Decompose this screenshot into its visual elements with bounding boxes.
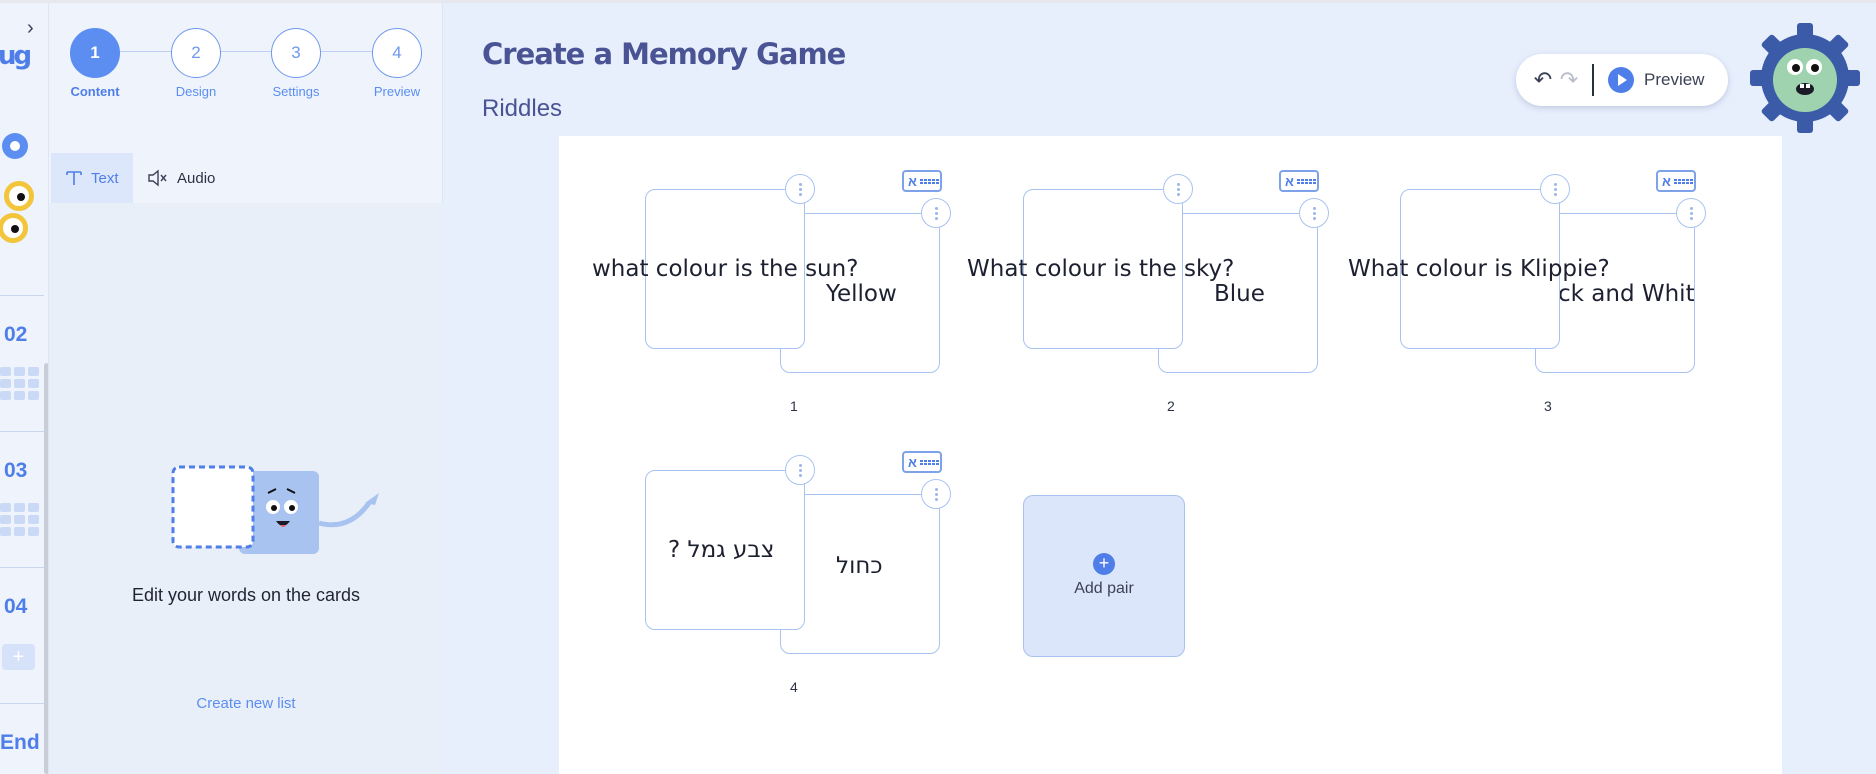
step-2-label[interactable]: Design [156,84,236,99]
editor-toolbar: ↶ ↷ Preview [1516,54,1728,106]
list-title[interactable]: Riddles [482,95,562,123]
step-4[interactable]: 4 [372,28,422,78]
toolbar-divider [1592,64,1594,96]
add-pair-label: Add pair [1074,580,1134,597]
pair-number: 3 [1544,398,1552,414]
editor-main: Create a Memory Game Riddles ↶ ↷ Preview… [443,3,1876,774]
text-icon [65,169,83,187]
rail-section-03[interactable]: 03 [4,459,27,483]
add-pair-button[interactable]: + Add pair [1023,495,1185,657]
card-back-text[interactable]: ck and White [1558,281,1694,307]
content-panel: 1 2 3 4 Content Design Settings Preview … [49,3,443,774]
card-front-text[interactable]: what colour is the sun? [592,256,858,282]
card-menu-icon[interactable] [1540,174,1570,204]
rail-divider [0,431,44,432]
tab-audio[interactable]: Audio [133,153,229,203]
tab-audio-label: Audio [177,169,216,187]
card-menu-icon[interactable] [921,198,951,228]
mascot-eye-icon [4,181,34,211]
step-3-label[interactable]: Settings [256,84,336,99]
card-back-text[interactable]: כחול [836,553,883,579]
keyboard-icon[interactable]: א [1279,170,1319,192]
cards-board: Yellow what colour is the sun? א 1 Blue … [559,136,1782,774]
step-3[interactable]: 3 [271,28,321,78]
card-back-text[interactable]: Blue [1214,281,1265,307]
tab-text[interactable]: Text [51,153,133,203]
rail-section-end[interactable]: End [0,731,40,755]
tab-text-label: Text [91,169,119,187]
card-front[interactable]: צבע גמל ? [645,470,805,630]
settings-gear-icon[interactable] [2,133,28,159]
rail-add-icon[interactable]: + [2,644,35,670]
card-menu-icon[interactable] [1299,198,1329,228]
pair-number: 4 [790,679,798,695]
gear-mascot-icon [1750,23,1860,133]
step-2[interactable]: 2 [171,28,221,78]
edit-cards-illustration [171,465,379,554]
speaker-icon [147,169,169,187]
card-menu-icon[interactable] [1676,198,1706,228]
keyboard-icon[interactable]: א [902,451,942,473]
stepper: 1 2 3 4 Content Design Settings Preview [49,3,443,113]
rail-divider [0,567,44,568]
card-front-text[interactable]: צבע גמל ? [668,537,774,563]
edit-words-hint: Edit your words on the cards [131,585,361,605]
rail-thumbnail-02[interactable] [0,367,40,400]
step-4-label[interactable]: Preview [357,84,437,99]
mascot-eye-icon [0,213,28,243]
step-1[interactable]: 1 [70,28,120,78]
panel-body: Edit your words on the cards Create new … [49,203,443,774]
input-mode-tabs: Text Audio [49,153,443,203]
rail-section-02[interactable]: 02 [4,323,27,347]
expand-chevron-icon[interactable]: › [27,17,34,40]
step-1-label[interactable]: Content [55,84,135,99]
keyboard-icon[interactable]: א [1656,170,1696,192]
plus-icon: + [1093,553,1115,575]
pair-number: 2 [1167,398,1175,414]
redo-icon[interactable]: ↷ [1556,67,1582,93]
rail-divider [0,703,44,704]
card-front-text[interactable]: What colour is Klippie? [1348,256,1610,282]
card-menu-icon[interactable] [785,455,815,485]
card-menu-icon[interactable] [785,174,815,204]
preview-button[interactable]: Preview [1644,70,1704,90]
pair-number: 1 [790,398,798,414]
card-menu-icon[interactable] [921,479,951,509]
keyboard-icon[interactable]: א [902,170,942,192]
undo-icon[interactable]: ↶ [1530,67,1556,93]
rail-section-04[interactable]: 04 [4,595,27,619]
card-back-text[interactable]: Yellow [826,281,897,307]
card-front-text[interactable]: What colour is the sky? [967,256,1234,282]
card-menu-icon[interactable] [1163,174,1193,204]
create-new-list-link[interactable]: Create new list [49,695,443,712]
rail-thumbnail-03[interactable] [0,503,40,536]
rail-divider [0,295,44,296]
page-title: Create a Memory Game [482,37,846,71]
app-logo: ug [0,41,32,71]
section-rail: › ug 02 03 04 + End [0,3,49,774]
play-icon[interactable] [1608,67,1634,93]
